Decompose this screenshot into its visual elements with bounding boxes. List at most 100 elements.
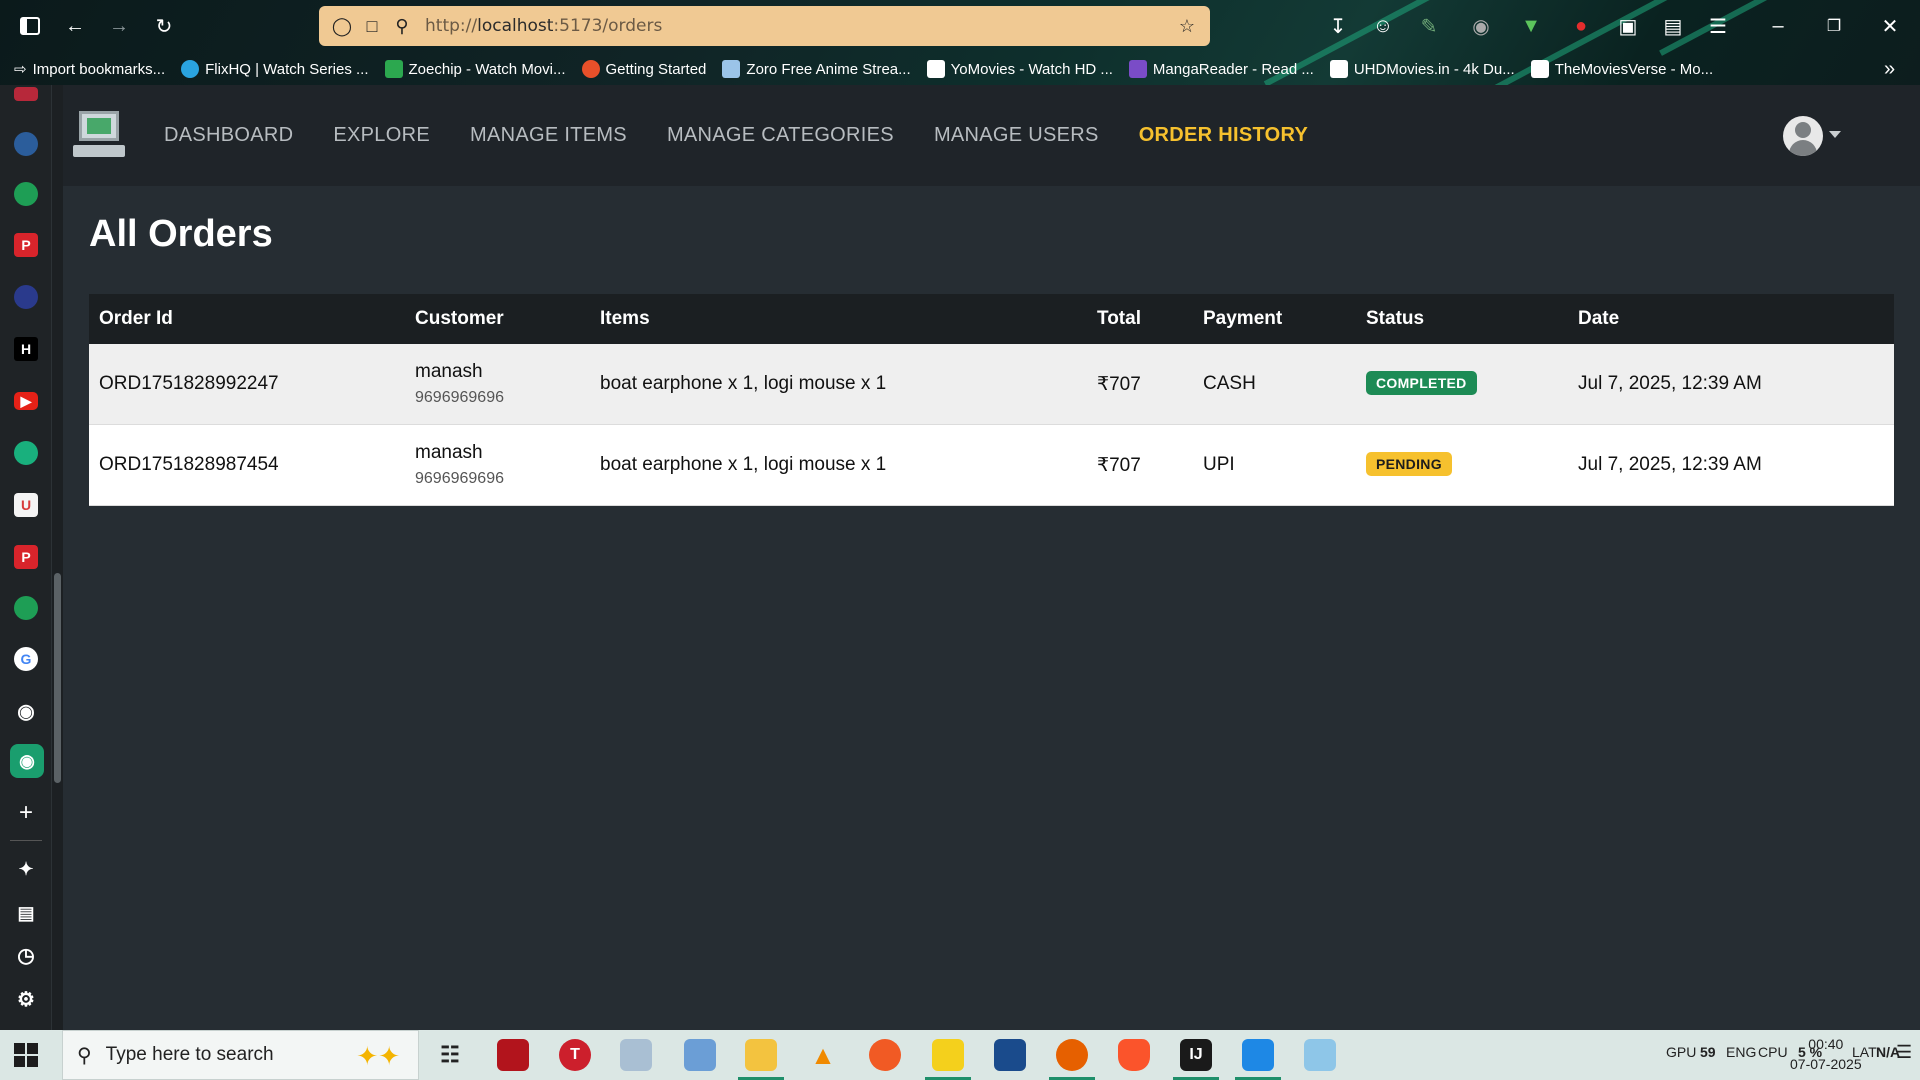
scrollbar-thumb[interactable] bbox=[54, 573, 61, 783]
bookmark-item[interactable]: ⇨ Import bookmarks... bbox=[14, 60, 165, 79]
app-yellow-active-icon[interactable] bbox=[932, 1039, 964, 1071]
app-photos-icon[interactable] bbox=[620, 1039, 652, 1071]
address-bar[interactable]: ◯ □ ⚲ http://localhost:5173/orders ☆ bbox=[319, 6, 1210, 46]
bookmark-favicon-icon bbox=[1530, 60, 1549, 78]
sidebar-panel-icon[interactable]: ▤ bbox=[1657, 10, 1689, 42]
vscode-icon[interactable] bbox=[1242, 1039, 1274, 1071]
windows-start-icon[interactable] bbox=[14, 1043, 38, 1067]
bookmarks-bar: ⇨ Import bookmarks... FlixHQ | Watch Ser… bbox=[0, 54, 1920, 84]
import-icon: ⇨ bbox=[14, 61, 27, 78]
account-icon[interactable]: ☺ bbox=[1367, 10, 1399, 42]
header-total: Total bbox=[1097, 308, 1141, 329]
app-t-icon[interactable]: T bbox=[559, 1039, 591, 1071]
menu-icon[interactable]: ☰ bbox=[1702, 10, 1734, 42]
app-logo-icon[interactable] bbox=[73, 109, 125, 161]
bookmark-item[interactable]: FlixHQ | Watch Series ... bbox=[181, 60, 369, 78]
header-customer: Customer bbox=[415, 308, 504, 329]
globe-extension-icon[interactable]: ◉ bbox=[1465, 10, 1497, 42]
settings-gear-icon[interactable]: ⚙ bbox=[14, 987, 38, 1011]
shield-extension-icon[interactable]: ▼ bbox=[1515, 10, 1547, 42]
forward-icon[interactable]: → bbox=[103, 10, 135, 42]
bookmark-favicon-icon bbox=[926, 60, 945, 78]
nav-manage-items[interactable]: MANAGE ITEMS bbox=[470, 124, 627, 147]
u-icon[interactable]: U bbox=[14, 493, 38, 517]
bookmark-item[interactable]: Getting Started bbox=[581, 60, 706, 78]
customer-cell: manash 9696969696 bbox=[415, 361, 504, 407]
bookmark-favicon-icon bbox=[181, 60, 200, 78]
nav-order-history[interactable]: ORDER HISTORY bbox=[1139, 124, 1308, 147]
bookmark-item[interactable]: UHDMovies.in - 4k Du... bbox=[1329, 60, 1515, 78]
ai-sparkle-icon[interactable]: ✦ bbox=[14, 857, 38, 881]
teal-icon[interactable] bbox=[14, 441, 38, 465]
vlc-icon[interactable]: ▲ bbox=[807, 1039, 839, 1071]
clock-icon[interactable]: ◷ bbox=[14, 943, 38, 967]
app-laptop-icon[interactable] bbox=[684, 1039, 716, 1071]
p-icon[interactable]: P bbox=[14, 545, 38, 569]
h-icon[interactable]: H bbox=[14, 337, 38, 361]
nav-dashboard[interactable]: DASHBOARD bbox=[164, 124, 293, 147]
order-id: ORD1751828992247 bbox=[99, 373, 279, 394]
restore-icon[interactable]: ❐ bbox=[1818, 10, 1850, 42]
green-circle-icon[interactable] bbox=[14, 182, 38, 206]
orders-table: Order Id Customer Items Total Payment St… bbox=[89, 294, 1894, 506]
status-badge: COMPLETED bbox=[1366, 371, 1477, 395]
customer-phone: 9696969696 bbox=[415, 470, 504, 487]
reload-icon[interactable]: ↻ bbox=[148, 10, 180, 42]
bookmark-item[interactable]: YoMovies - Watch HD ... bbox=[926, 60, 1113, 78]
globe-icon[interactable]: ◉ bbox=[14, 699, 38, 723]
bookmark-item[interactable]: TheMoviesVerse - Mo... bbox=[1530, 60, 1713, 78]
back-icon[interactable]: ← bbox=[59, 10, 91, 42]
close-icon[interactable]: ✕ bbox=[1874, 10, 1906, 42]
youtube-icon[interactable]: ▶ bbox=[14, 392, 38, 410]
order-date: Jul 7, 2025, 12:39 AM bbox=[1578, 454, 1762, 475]
bookmark-item[interactable]: MangaReader - Read ... bbox=[1128, 60, 1314, 78]
bookmark-favicon-icon bbox=[1329, 60, 1348, 78]
app-orange-icon[interactable] bbox=[869, 1039, 901, 1071]
hero-icon[interactable] bbox=[14, 285, 38, 309]
sidebar-toggle-icon[interactable] bbox=[14, 10, 46, 42]
minimize-icon[interactable]: – bbox=[1762, 10, 1794, 42]
taskbar-clock[interactable]: 00:40 07-07-2025 bbox=[1790, 1034, 1862, 1074]
lock-extension-icon[interactable]: ● bbox=[1565, 10, 1597, 42]
extension-icon[interactable]: ✎ bbox=[1413, 10, 1445, 42]
user-avatar[interactable] bbox=[1783, 116, 1823, 156]
file-explorer-icon[interactable] bbox=[745, 1039, 777, 1071]
intellij-icon[interactable]: IJ bbox=[1180, 1039, 1212, 1071]
user-menu-caret-icon[interactable] bbox=[1829, 131, 1841, 138]
nav-explore[interactable]: EXPLORE bbox=[333, 124, 430, 147]
tray-language[interactable]: ENG bbox=[1726, 1044, 1756, 1060]
table-row[interactable]: ORD1751828987454 manash 9696969696 boat … bbox=[89, 425, 1894, 506]
header-items: Items bbox=[600, 308, 650, 329]
green-circle-icon[interactable] bbox=[14, 596, 38, 620]
app-note-icon[interactable] bbox=[1304, 1039, 1336, 1071]
nav-manage-users[interactable]: MANAGE USERS bbox=[934, 124, 1099, 147]
bookmark-item[interactable]: Zoechip - Watch Movi... bbox=[384, 60, 566, 78]
brave-icon[interactable] bbox=[1118, 1039, 1150, 1071]
puzzle-icon[interactable]: ▣ bbox=[1612, 10, 1644, 42]
bookmark-item[interactable]: Zoro Free Anime Strea... bbox=[722, 60, 911, 78]
bookmark-star-icon[interactable]: ☆ bbox=[1172, 11, 1202, 41]
download-icon[interactable]: ↧ bbox=[1322, 10, 1354, 42]
bird-icon[interactable] bbox=[14, 132, 38, 156]
url-text[interactable]: http://localhost:5173/orders bbox=[425, 16, 662, 36]
bookmark-favicon-icon bbox=[1128, 60, 1147, 78]
nav-manage-categories[interactable]: MANAGE CATEGORIES bbox=[667, 124, 894, 147]
globe-active-icon[interactable]: ◉ bbox=[10, 744, 44, 778]
task-view-icon[interactable]: ☷ bbox=[434, 1039, 466, 1071]
google-icon[interactable]: G bbox=[14, 647, 38, 671]
header-order-id: Order Id bbox=[99, 308, 173, 329]
p-icon[interactable]: P bbox=[14, 233, 38, 257]
anime-site-icon[interactable] bbox=[14, 87, 38, 101]
windows-taskbar: ⚲ Type here to search ✦✦ ☷ T ▲ IJ GPU 59… bbox=[0, 1030, 1920, 1080]
add-icon[interactable]: + bbox=[14, 799, 38, 826]
firefox-icon[interactable] bbox=[1056, 1039, 1088, 1071]
search-icon: ⚲ bbox=[77, 1044, 92, 1067]
notification-icon[interactable]: ☰ bbox=[1896, 1042, 1912, 1063]
bookmarks-overflow-icon[interactable]: » bbox=[1884, 58, 1895, 81]
history-bookmark-icon[interactable]: ▤ bbox=[14, 901, 38, 925]
taskbar-search-input[interactable]: ⚲ Type here to search ✦✦ bbox=[62, 1030, 419, 1080]
sidebar-scrollbar[interactable] bbox=[52, 85, 63, 1030]
table-row[interactable]: ORD1751828992247 manash 9696969696 boat … bbox=[89, 344, 1894, 425]
app-red-car-icon[interactable] bbox=[497, 1039, 529, 1071]
app-blue-icon[interactable] bbox=[994, 1039, 1026, 1071]
